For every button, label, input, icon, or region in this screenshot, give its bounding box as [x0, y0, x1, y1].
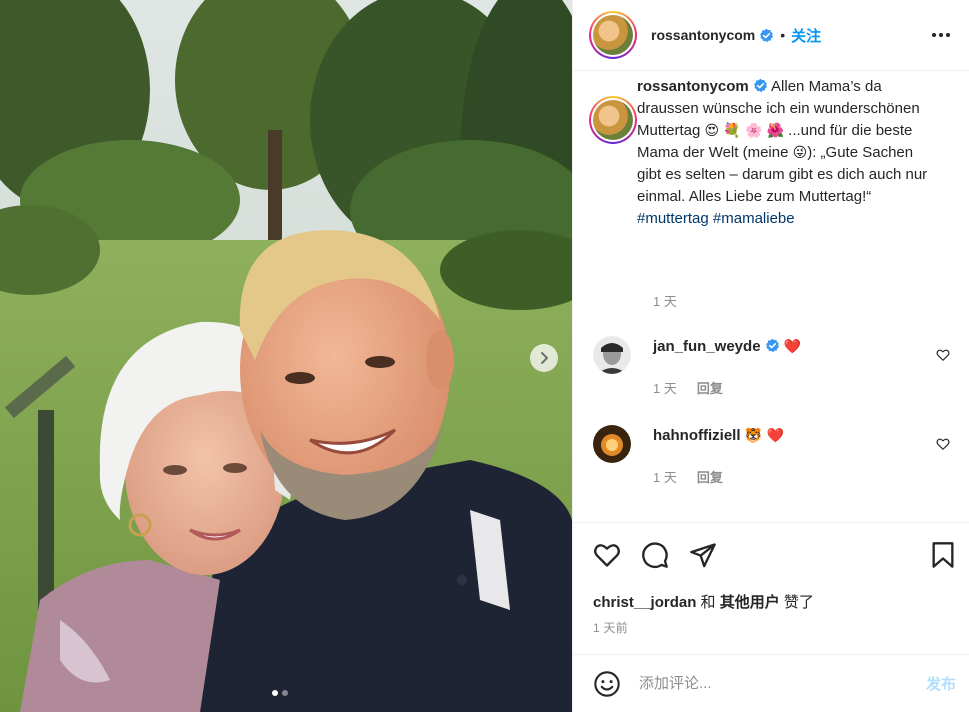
caption-avatar[interactable]: [589, 96, 637, 144]
emoji-heart-eyes: 😍: [704, 123, 720, 139]
comment-username[interactable]: jan_fun_weyde: [653, 338, 761, 355]
header-separator: •: [780, 27, 786, 43]
comment-item: jan_fun_weyde ❤️ 1 天 回复: [593, 336, 953, 406]
selfie-photo: [0, 0, 572, 712]
comment-item: hahnoffiziell 🐯 ❤️ 1 天 回复: [593, 425, 953, 495]
bookmark-icon[interactable]: [930, 541, 956, 569]
more-icon[interactable]: [930, 24, 952, 46]
comment-input[interactable]: [639, 675, 899, 692]
author-avatar[interactable]: [589, 11, 637, 59]
other-likers-link[interactable]: 其他用户: [720, 594, 780, 611]
carousel-next-button[interactable]: [530, 344, 558, 372]
reply-button[interactable]: 回复: [697, 467, 723, 486]
comment-meta: 1 天 回复: [653, 467, 723, 486]
comment-body: jan_fun_weyde ❤️: [653, 337, 801, 357]
comment-body: hahnoffiziell 🐯 ❤️: [653, 426, 784, 446]
comment-username[interactable]: hahnoffiziell: [653, 427, 741, 444]
comments-list[interactable]: rossantonycom Allen Mama’s da draussen w…: [573, 72, 969, 522]
liker-username[interactable]: christ__jordan: [593, 594, 696, 611]
emoji-bouquet: 💐: [723, 123, 741, 139]
emoji-icon[interactable]: [593, 670, 621, 698]
follow-button[interactable]: 关注: [791, 25, 821, 46]
reply-button[interactable]: 回复: [697, 378, 723, 397]
emoji-winking-tongue: 😜: [792, 145, 808, 161]
emoji-hibiscus: 🌺: [766, 123, 784, 139]
likes-conj: 和: [700, 594, 716, 611]
carousel-dot-1[interactable]: [272, 690, 278, 696]
comment-time[interactable]: 1 天: [653, 378, 677, 397]
likes-suffix: 赞了: [783, 594, 814, 611]
post-caption: [589, 96, 637, 144]
heart-icon[interactable]: [936, 348, 950, 362]
emoji-cherry-blossom: 🌸: [744, 123, 763, 139]
post-side-panel: rossantonycom • 关注 rossantonycom Allen M…: [572, 0, 969, 712]
post-header: rossantonycom • 关注: [573, 0, 969, 71]
author-username[interactable]: rossantonycom: [651, 27, 755, 43]
verified-icon: [760, 28, 774, 42]
share-icon[interactable]: [689, 541, 717, 569]
caption-text: rossantonycom Allen Mama’s da draussen w…: [637, 76, 937, 230]
heart-icon[interactable]: [593, 541, 621, 569]
post-comment-button[interactable]: 发布: [926, 673, 956, 694]
comment-avatar[interactable]: [593, 425, 631, 463]
comment-time[interactable]: 1 天: [653, 467, 677, 486]
heart-icon[interactable]: [936, 437, 950, 451]
verified-icon: [765, 338, 779, 353]
comment-text: 🐯 ❤️: [744, 428, 784, 444]
comment-text: ❤️: [783, 339, 802, 355]
likes-summary: christ__jordan 和 其他用户 赞了: [593, 591, 814, 612]
verified-icon: [753, 78, 767, 93]
hashtag-muttertag[interactable]: #muttertag: [637, 210, 709, 227]
post-time[interactable]: 1 天前: [593, 619, 628, 636]
caption-username[interactable]: rossantonycom: [637, 78, 749, 95]
caption-time[interactable]: 1 天: [653, 291, 677, 310]
post-dialog: rossantonycom • 关注 rossantonycom Allen M…: [0, 0, 969, 712]
post-actions: christ__jordan 和 其他用户 赞了 1 天前: [573, 522, 969, 654]
comment-avatar[interactable]: [593, 336, 631, 374]
comment-meta: 1 天 回复: [653, 378, 723, 397]
comment-icon[interactable]: [641, 541, 669, 569]
carousel-dots: [272, 690, 288, 696]
chevron-right-icon: [541, 352, 548, 364]
post-photo[interactable]: [0, 0, 572, 712]
add-comment-bar: 发布: [573, 654, 969, 712]
carousel-dot-2[interactable]: [282, 690, 288, 696]
hashtag-mamaliebe[interactable]: #mamaliebe: [713, 210, 795, 227]
